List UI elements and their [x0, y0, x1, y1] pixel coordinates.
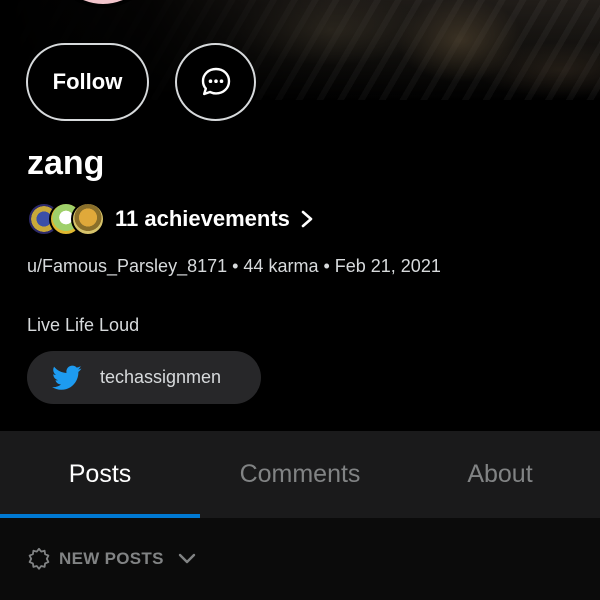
chat-button[interactable]: [175, 43, 256, 121]
achievement-badges: [27, 200, 107, 238]
tab-posts-label: Posts: [68, 460, 132, 488]
profile-meta: u/Famous_Parsley_8171 • 44 karma • Feb 2…: [27, 256, 441, 276]
sort-label: NEW POSTS: [59, 549, 164, 568]
tab-about-label: About: [467, 460, 533, 488]
achievement-badge-icon: [71, 202, 105, 236]
chevron-right-icon: [301, 210, 313, 228]
chevron-down-icon: [178, 553, 195, 564]
profile-tabs: Posts Comments About: [0, 431, 600, 518]
profile-bio: Live Life Loud: [27, 315, 140, 335]
sort-bar[interactable]: NEW POSTS: [0, 518, 600, 600]
social-link-twitter[interactable]: techassignmen: [27, 351, 261, 404]
achievements-row[interactable]: 11 achievements: [27, 199, 314, 239]
tab-about[interactable]: About: [400, 431, 600, 518]
tab-comments[interactable]: Comments: [200, 431, 400, 518]
social-handle: techassignmen: [100, 367, 222, 387]
achievements-label: 11 achievements: [115, 206, 290, 231]
follow-button[interactable]: Follow: [26, 43, 149, 121]
chat-bubble-icon: [201, 67, 230, 96]
new-burst-icon: [28, 547, 50, 570]
follow-button-label: Follow: [52, 69, 123, 94]
display-name: zang: [27, 144, 105, 182]
tab-comments-label: Comments: [239, 460, 361, 488]
tab-posts[interactable]: Posts: [0, 431, 200, 518]
twitter-icon: [52, 365, 82, 390]
